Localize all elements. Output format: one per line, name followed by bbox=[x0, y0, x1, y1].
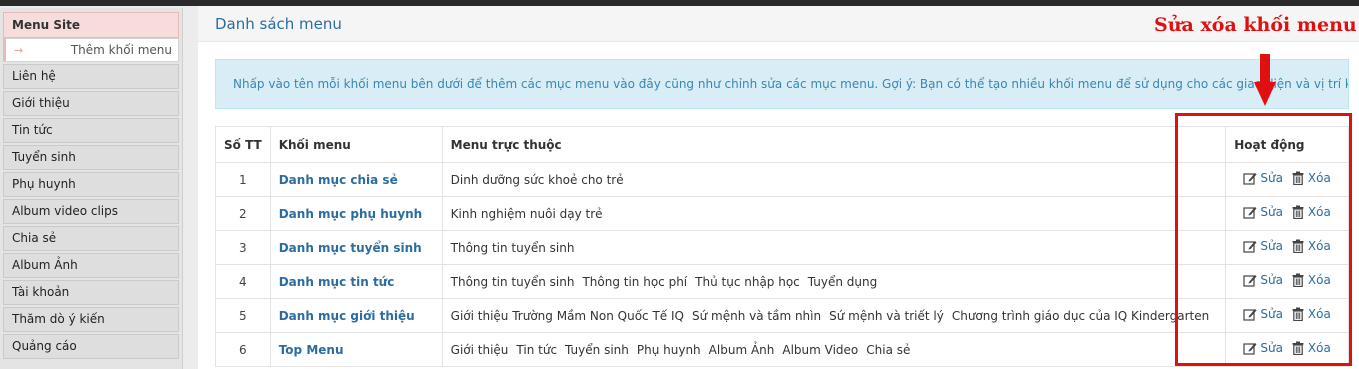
row-number: 6 bbox=[215, 332, 271, 367]
submenu-cell: Thông tin tuyển sinh Thông tin học phí Thủ… bbox=[441, 264, 1227, 299]
sidebar-item[interactable]: Tuyển sinh bbox=[3, 145, 179, 170]
menu-block-link[interactable]: Danh mục phụ huynh bbox=[269, 196, 443, 231]
annotation-text: Sửa xóa khối menu bbox=[1154, 14, 1357, 36]
row-number: 5 bbox=[215, 298, 271, 333]
menu-block-link[interactable]: Top Menu bbox=[269, 332, 443, 367]
submenu-item[interactable]: Sứ mệnh và triết lý bbox=[829, 309, 944, 323]
submenu-item[interactable]: Tin tức bbox=[516, 343, 557, 357]
submenu-item[interactable]: Sứ mệnh và tầm nhìn bbox=[692, 309, 821, 323]
col-header-submenu: Menu trực thuộc bbox=[441, 126, 1227, 163]
submenu-item[interactable]: Thủ tục nhập học bbox=[695, 275, 800, 289]
row-number: 3 bbox=[215, 230, 271, 265]
annotation-highlight-box bbox=[1175, 113, 1352, 366]
sidebar-item[interactable]: Liên hệ bbox=[3, 64, 179, 89]
sidebar: Menu Site → Thêm khối menu Liên hệ Giới t… bbox=[0, 8, 183, 369]
submenu-item[interactable]: Tuyển sinh bbox=[565, 343, 629, 357]
submenu-item[interactable]: Album Ảnh bbox=[709, 343, 775, 357]
info-alert: Nhấp vào tên mỗi khối menu bên dưới để t… bbox=[215, 59, 1349, 109]
sidebar-header[interactable]: Menu Site bbox=[3, 12, 179, 38]
sidebar-add-block[interactable]: → Thêm khối menu bbox=[3, 38, 179, 62]
arrow-right-icon: → bbox=[14, 43, 24, 57]
sidebar-item[interactable]: Album video clips bbox=[3, 199, 179, 224]
row-number: 1 bbox=[215, 162, 271, 197]
sidebar-item[interactable]: Phụ huynh bbox=[3, 172, 179, 197]
submenu-item[interactable]: Giới thiệu bbox=[451, 343, 509, 357]
sidebar-item[interactable]: Giới thiệu bbox=[3, 91, 179, 116]
submenu-cell: Thông tin tuyển sinh bbox=[441, 230, 1227, 265]
submenu-item[interactable]: Thông tin tuyển sinh bbox=[451, 241, 575, 255]
menu-block-link[interactable]: Danh mục giới thiệu bbox=[269, 298, 443, 333]
sidebar-item[interactable]: Thăm dò ý kiến bbox=[3, 307, 179, 332]
sidebar-add-block-label: Thêm khối menu bbox=[70, 43, 172, 57]
down-arrow-icon bbox=[1254, 54, 1276, 106]
sidebar-item[interactable]: Tin tức bbox=[3, 118, 179, 143]
submenu-item[interactable]: Chương trình giáo dục của IQ Kindergarte… bbox=[952, 309, 1209, 323]
submenu-cell: Kinh nghiệm nuôi dạy trẻ bbox=[441, 196, 1227, 231]
menu-block-link[interactable]: Danh mục chia sẻ bbox=[269, 162, 443, 197]
sidebar-item[interactable]: Quảng cáo bbox=[3, 334, 179, 359]
submenu-item[interactable]: Kinh nghiệm nuôi dạy trẻ bbox=[451, 207, 603, 221]
submenu-item[interactable]: Tuyển dụng bbox=[808, 275, 877, 289]
submenu-item[interactable]: Album Video bbox=[782, 343, 858, 357]
col-header-stt: Số TT bbox=[215, 126, 271, 163]
sidebar-item[interactable]: Album Ảnh bbox=[3, 253, 179, 278]
col-header-block: Khối menu bbox=[269, 126, 443, 163]
submenu-cell: Dinh dưỡng sức khoẻ cho trẻ bbox=[441, 162, 1227, 197]
submenu-item[interactable]: Thông tin học phí bbox=[582, 275, 687, 289]
sidebar-item[interactable]: Chia sẻ bbox=[3, 226, 179, 251]
row-number: 4 bbox=[215, 264, 271, 299]
submenu-cell: Giới thiệu Tin tức Tuyển sinh Phụ huynh Albu… bbox=[441, 332, 1227, 367]
submenu-item[interactable]: Phụ huynh bbox=[637, 343, 701, 357]
submenu-item[interactable]: Giới thiệu Trường Mầm Non Quốc Tế IQ bbox=[451, 309, 684, 323]
submenu-item[interactable]: Chia sẻ bbox=[866, 343, 910, 357]
menu-block-link[interactable]: Danh mục tin tức bbox=[269, 264, 443, 299]
submenu-item[interactable]: Thông tin tuyển sinh bbox=[451, 275, 575, 289]
submenu-item[interactable]: Dinh dưỡng sức khoẻ cho trẻ bbox=[451, 173, 624, 187]
row-number: 2 bbox=[215, 196, 271, 231]
sidebar-item[interactable]: Tài khoản bbox=[3, 280, 179, 305]
submenu-cell: Giới thiệu Trường Mầm Non Quốc Tế IQ Sứ m… bbox=[441, 298, 1227, 333]
menu-block-link[interactable]: Danh mục tuyển sinh bbox=[269, 230, 443, 265]
